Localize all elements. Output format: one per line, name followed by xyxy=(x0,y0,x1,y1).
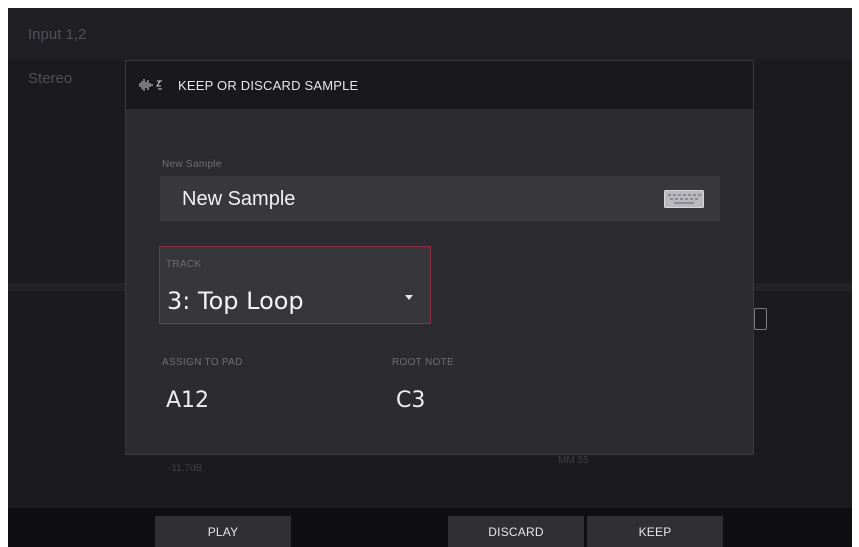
assign-to-pad-value[interactable]: A12 xyxy=(166,388,209,413)
assign-to-pad-label: ASSIGN TO PAD xyxy=(162,357,243,368)
root-note-label: ROOT NOTE xyxy=(392,357,454,368)
track-select[interactable]: TRACK 3: Top Loop xyxy=(160,247,430,323)
keep-button[interactable]: KEEP xyxy=(587,516,723,547)
keyboard-icon[interactable] xyxy=(664,190,704,208)
headphone-icon xyxy=(754,308,767,330)
background-input-label: Input 1,2 xyxy=(28,26,87,43)
softkey-bar: PLAY DISCARD KEEP xyxy=(8,508,852,547)
sample-name-field[interactable]: New Sample xyxy=(160,176,720,221)
discard-button[interactable]: DISCARD xyxy=(448,516,584,547)
keep-discard-dialog: KEEP OR DISCARD SAMPLE New Sample New Sa… xyxy=(126,61,753,454)
track-label: TRACK xyxy=(166,259,202,270)
background-top-bar xyxy=(8,8,852,60)
play-button[interactable]: PLAY xyxy=(155,516,291,547)
sample-name-label: New Sample xyxy=(162,159,222,170)
dialog-header: KEEP OR DISCARD SAMPLE xyxy=(126,61,753,109)
background-mode-label: Stereo xyxy=(28,70,73,87)
sample-name-value: New Sample xyxy=(182,188,296,210)
background-meter-readout: MM 55 xyxy=(558,455,589,466)
screen: Input 1,2 Stereo -11.7dB MM 55 KEEP OR D… xyxy=(8,8,852,547)
track-value: 3: Top Loop xyxy=(167,287,304,315)
dialog-title: KEEP OR DISCARD SAMPLE xyxy=(178,77,359,93)
root-note-value[interactable]: C3 xyxy=(396,388,425,413)
background-level-readout: -11.7dB xyxy=(168,463,203,474)
waveform-edit-icon xyxy=(139,79,162,91)
caret-down-icon xyxy=(405,295,413,300)
